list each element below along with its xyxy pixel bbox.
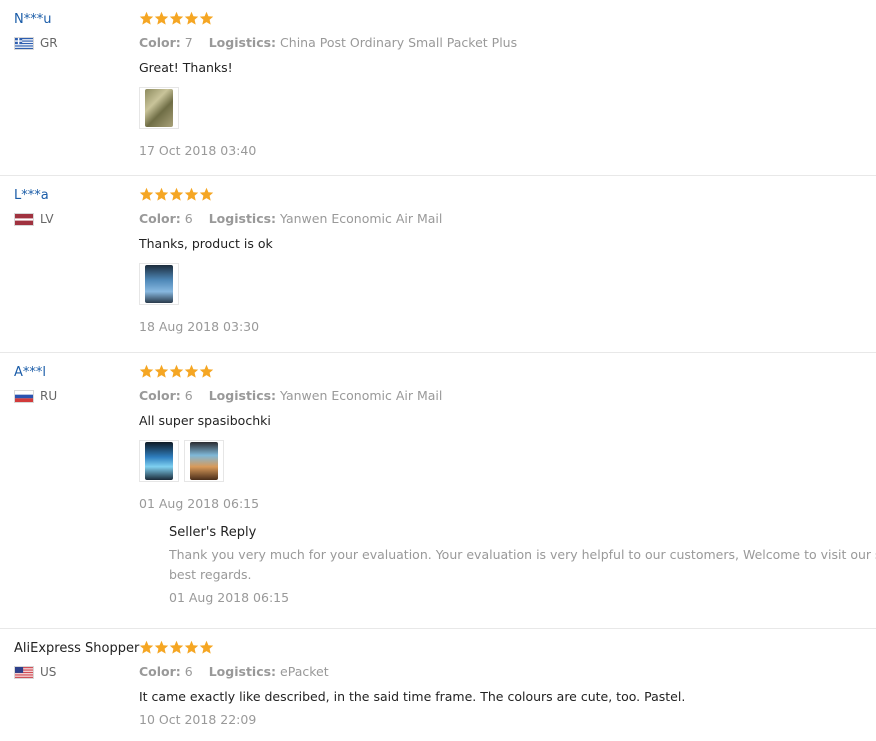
logistics-value: ePacket xyxy=(280,664,329,679)
star-icon xyxy=(199,187,214,201)
star-icon xyxy=(199,11,214,25)
review-meta: Color: 6 Logistics: Yanwen Economic Air … xyxy=(139,388,876,404)
review-item: N***u GR Color: 7 Logistics: China Post … xyxy=(0,0,876,176)
star-icon xyxy=(184,364,199,378)
seller-reply-title: Seller's Reply xyxy=(169,525,257,540)
star-icon xyxy=(154,11,169,25)
review-text: It came exactly like described, in the s… xyxy=(139,689,686,704)
seller-reply-text: Thank you very much for your evaluation.… xyxy=(169,545,876,585)
star-icon xyxy=(139,364,154,378)
country-code: LV xyxy=(40,212,54,226)
rating-stars xyxy=(139,640,876,658)
review-content: Color: 6 Logistics: ePacket It came exac… xyxy=(139,640,876,728)
seller-reply-line: Thank you very much for your evaluation.… xyxy=(169,547,876,562)
rating-stars xyxy=(139,364,876,382)
review-date: 17 Oct 2018 03:40 xyxy=(139,143,257,158)
country-code: US xyxy=(40,665,57,679)
reviewer-info: N***u GR xyxy=(14,11,58,51)
star-icon xyxy=(184,187,199,201)
review-item: L***a LV Color: 6 Logistics: Yanwen Econ… xyxy=(0,176,876,353)
photo-image xyxy=(190,442,218,480)
review-date: 01 Aug 2018 06:15 xyxy=(139,496,260,511)
latvia-flag-icon xyxy=(14,212,34,226)
color-label: Color: xyxy=(139,664,181,679)
country-code: RU xyxy=(40,389,58,403)
photo-image xyxy=(145,442,173,480)
logistics-value: Yanwen Economic Air Mail xyxy=(280,211,443,226)
greece-flag-icon xyxy=(14,36,34,50)
review-photo-thumbnail[interactable] xyxy=(139,440,179,482)
star-icon xyxy=(169,364,184,378)
review-date: 10 Oct 2018 22:09 xyxy=(139,712,257,727)
seller-reply-line: best regards. xyxy=(169,567,252,582)
review-text: All super spasibochki xyxy=(139,413,271,428)
star-icon xyxy=(154,187,169,201)
russia-flag-icon xyxy=(14,389,34,403)
color-label: Color: xyxy=(139,211,181,226)
review-photos xyxy=(139,440,876,482)
rating-stars xyxy=(139,11,876,29)
logistics-value: Yanwen Economic Air Mail xyxy=(280,388,443,403)
star-icon xyxy=(169,11,184,25)
reviewer-country: RU xyxy=(14,388,57,404)
seller-reply: Seller's Reply Thank you very much for y… xyxy=(169,524,876,606)
star-icon xyxy=(139,187,154,201)
reviewer-name-link[interactable]: N***u xyxy=(14,11,58,29)
review-photos xyxy=(139,87,876,129)
star-icon xyxy=(154,364,169,378)
logistics-value: China Post Ordinary Small Packet Plus xyxy=(280,35,518,50)
review-photo-thumbnail[interactable] xyxy=(184,440,224,482)
color-value: 6 xyxy=(184,664,193,679)
photo-image xyxy=(145,89,173,127)
reviewer-name: AliExpress Shopper xyxy=(14,641,140,656)
reviewer-name-link[interactable]: A***l xyxy=(14,364,57,382)
color-value: 6 xyxy=(184,211,193,226)
review-item: A***l RU Color: 6 Logistics: Yanwen Econ… xyxy=(0,353,876,629)
color-value: 7 xyxy=(184,35,193,50)
seller-reply-date: 01 Aug 2018 06:15 xyxy=(169,590,290,605)
star-icon xyxy=(184,11,199,25)
review-photo-thumbnail[interactable] xyxy=(139,87,179,129)
review-text: Great! Thanks! xyxy=(139,60,233,75)
usa-flag-icon xyxy=(14,665,34,679)
star-icon xyxy=(154,640,169,654)
photo-image xyxy=(145,265,173,303)
review-text: Thanks, product is ok xyxy=(139,236,273,251)
star-icon xyxy=(199,364,214,378)
color-label: Color: xyxy=(139,35,181,50)
logistics-label: Logistics: xyxy=(208,35,277,50)
review-meta: Color: 6 Logistics: ePacket xyxy=(139,664,876,680)
star-icon xyxy=(139,11,154,25)
star-icon xyxy=(199,640,214,654)
reviewer-info: L***a LV xyxy=(14,187,54,227)
star-icon xyxy=(139,640,154,654)
star-icon xyxy=(169,187,184,201)
star-icon xyxy=(184,640,199,654)
review-meta: Color: 7 Logistics: China Post Ordinary … xyxy=(139,35,876,51)
review-date: 18 Aug 2018 03:30 xyxy=(139,319,260,334)
logistics-label: Logistics: xyxy=(208,211,277,226)
review-content: Color: 6 Logistics: Yanwen Economic Air … xyxy=(139,187,876,335)
review-meta: Color: 6 Logistics: Yanwen Economic Air … xyxy=(139,211,876,227)
review-photo-thumbnail[interactable] xyxy=(139,263,179,305)
rating-stars xyxy=(139,187,876,205)
review-content: Color: 7 Logistics: China Post Ordinary … xyxy=(139,11,876,159)
review-photos xyxy=(139,263,876,305)
reviewer-country: LV xyxy=(14,211,54,227)
star-icon xyxy=(169,640,184,654)
logistics-label: Logistics: xyxy=(208,388,277,403)
color-label: Color: xyxy=(139,388,181,403)
reviewer-name-link[interactable]: L***a xyxy=(14,187,54,205)
review-item: AliExpress Shopper US Color: 6 Logistics… xyxy=(0,629,876,741)
reviewer-info: A***l RU xyxy=(14,364,57,404)
color-value: 6 xyxy=(184,388,193,403)
review-content: Color: 6 Logistics: Yanwen Economic Air … xyxy=(139,364,876,512)
reviewer-country: US xyxy=(14,664,139,680)
country-code: GR xyxy=(40,36,58,50)
logistics-label: Logistics: xyxy=(208,664,277,679)
reviewer-country: GR xyxy=(14,35,58,51)
reviewer-info: AliExpress Shopper US xyxy=(14,640,139,680)
